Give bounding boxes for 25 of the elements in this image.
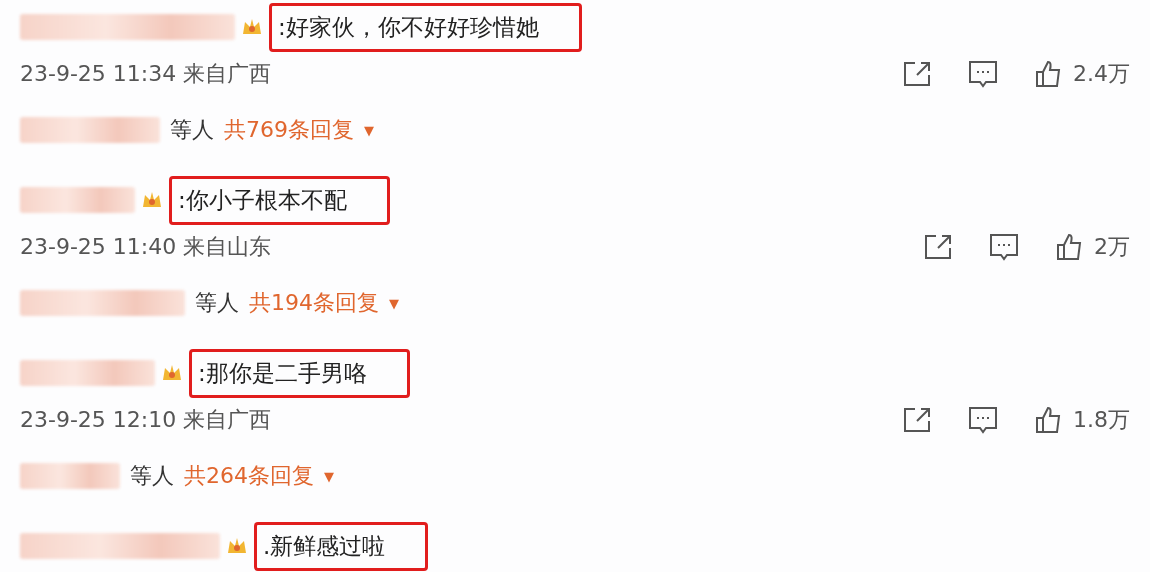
like-count: 2.4万 <box>1073 60 1130 88</box>
like-count: 2万 <box>1094 233 1130 261</box>
replier-suffix: 等人 <box>130 462 174 490</box>
caret-icon[interactable]: ▼ <box>364 122 374 138</box>
comment-text: :那你是二手男咯 <box>189 348 410 398</box>
comment-icon[interactable] <box>967 59 999 89</box>
reply-count-link[interactable]: 共769条回复 <box>224 115 354 145</box>
caret-icon[interactable]: ▼ <box>324 468 334 484</box>
caret-icon[interactable]: ▼ <box>389 295 399 311</box>
replier-suffix: 等人 <box>195 289 239 317</box>
replier-suffix: 等人 <box>170 116 214 144</box>
reply-count-link[interactable]: 共264条回复 <box>184 461 314 491</box>
comment-icon[interactable] <box>967 405 999 435</box>
comment-time: 23-9-25 12:10 来自广西 <box>20 406 272 434</box>
comment-time: 23-9-25 11:40 来自山东 <box>20 233 272 261</box>
share-icon[interactable] <box>922 232 954 262</box>
comment-text: .新鲜感过啦 <box>254 521 429 571</box>
reply-count-link[interactable]: 共194条回复 <box>249 288 379 318</box>
comment-icon[interactable] <box>988 232 1020 262</box>
comment-text: :好家伙，你不好好珍惜她 <box>269 2 582 52</box>
share-icon[interactable] <box>901 59 933 89</box>
share-icon[interactable] <box>901 405 933 435</box>
comment-text: :你小子根本不配 <box>169 175 390 225</box>
comment-time: 23-9-25 11:34 来自广西 <box>20 60 272 88</box>
like-count: 1.8万 <box>1073 406 1130 434</box>
